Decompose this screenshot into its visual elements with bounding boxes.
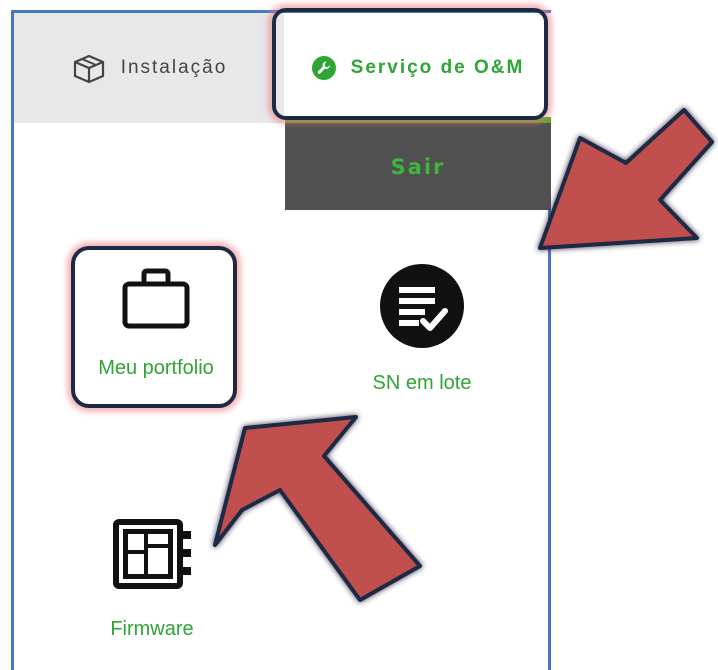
annotation-arrows: [213, 108, 714, 602]
arrow-to-om-tab: [538, 108, 714, 250]
arrow-to-portfolio: [213, 415, 422, 602]
